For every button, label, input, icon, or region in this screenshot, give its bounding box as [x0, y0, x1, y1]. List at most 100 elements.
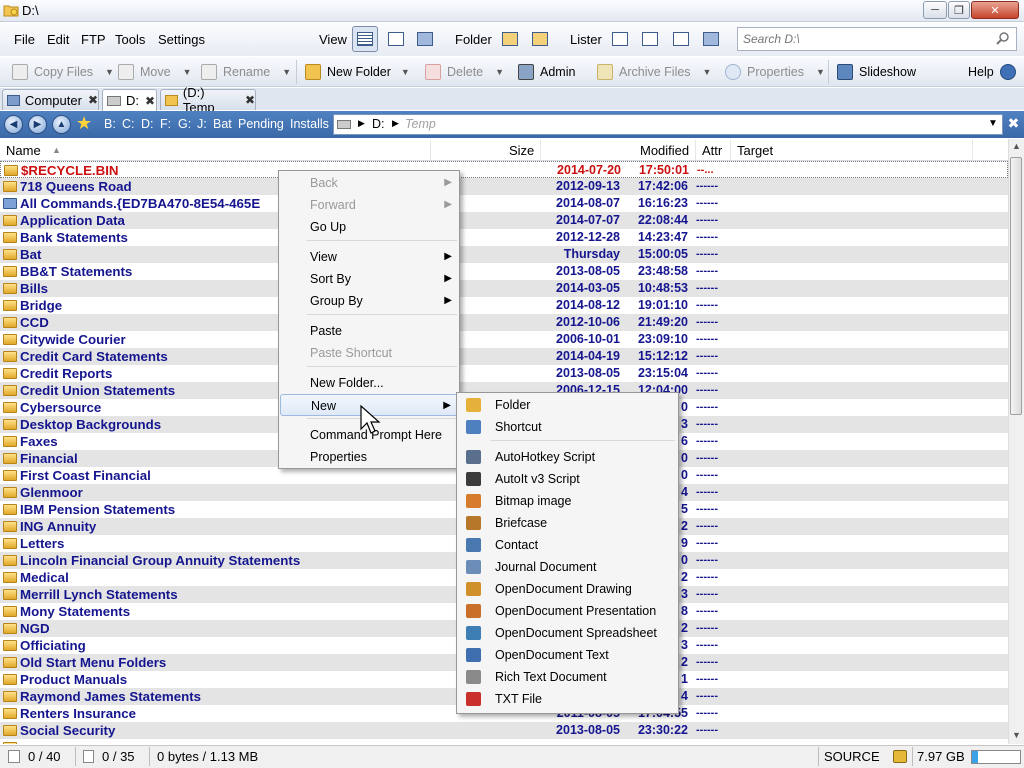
lister-dual-horizontal-button[interactable]	[668, 26, 694, 52]
bookmark-installs[interactable]: Installs	[290, 117, 329, 131]
file-row[interactable]: Bills 2014-03-05 10:48:53 ------	[0, 280, 1008, 297]
delete-button[interactable]: Delete ▼	[425, 64, 504, 80]
close-path-icon[interactable]: ✖	[1005, 115, 1022, 134]
file-row[interactable]: Citywide Courier 2006-10-01 23:09:10 ------	[0, 331, 1008, 348]
favorites-star-icon[interactable]: ★	[76, 113, 92, 134]
context-menu-item[interactable]: Group By ▶	[280, 290, 458, 312]
breadcrumb[interactable]: ▶ D: ▶ Temp ▼	[333, 114, 1003, 135]
new-submenu-item[interactable]: OpenDocument Text	[458, 644, 677, 666]
tab-d-drive[interactable]: D: ✖	[102, 89, 157, 111]
new-submenu-item[interactable]: Rich Text Document	[458, 666, 677, 688]
scroll-down-icon[interactable]: ▼	[1012, 730, 1021, 740]
context-menu-item[interactable]: Paste	[280, 320, 458, 342]
copy-files-button[interactable]: Copy Files ▼	[12, 64, 114, 80]
back-button[interactable]: ◀	[4, 115, 23, 134]
help-button[interactable]: Help	[968, 64, 1016, 80]
file-row[interactable]: Bridge 2014-08-12 19:01:10 ------	[0, 297, 1008, 314]
slideshow-button[interactable]: Slideshow	[837, 64, 916, 80]
column-divider[interactable]	[695, 140, 696, 160]
new-submenu-item[interactable]: Bitmap image	[458, 490, 677, 512]
archive-files-button[interactable]: Archive Files ▼	[597, 64, 711, 80]
menu-edit[interactable]: Edit	[47, 32, 69, 47]
new-submenu-item[interactable]: Shortcut	[458, 416, 677, 438]
lister-single-button[interactable]	[607, 26, 633, 52]
drive-j-button[interactable]: J:	[197, 117, 207, 131]
view-thumbnails-button[interactable]	[412, 26, 438, 52]
tab-temp[interactable]: (D:) Temp ✖	[160, 85, 256, 115]
new-submenu-item[interactable]: AutoIt v3 Script	[458, 468, 677, 490]
file-row[interactable]: $RECYCLE.BIN 2014-07-20 17:50:01 --...	[0, 161, 1008, 178]
bookmark-bat[interactable]: Bat	[213, 117, 232, 131]
column-divider[interactable]	[430, 140, 431, 160]
column-divider[interactable]	[972, 140, 973, 160]
file-row[interactable]: Credit Card Statements 2014-04-19 15:12:12…	[0, 348, 1008, 365]
drive-f-button[interactable]: F:	[160, 117, 171, 131]
close-tab-icon[interactable]: ✖	[245, 93, 255, 107]
close-button[interactable]: ✕	[971, 1, 1019, 19]
file-row[interactable]: 718 Queens Road 2012-09-13 17:42:06 ------	[0, 178, 1008, 195]
column-name[interactable]: Name	[6, 143, 41, 158]
file-row[interactable]: CCD 2012-10-06 21:49:20 ------	[0, 314, 1008, 331]
file-row[interactable]: BB&T Statements 2013-08-05 23:48:58 ------	[0, 263, 1008, 280]
menu-file[interactable]: File	[14, 32, 35, 47]
file-row[interactable]: Application Data 2014-07-07 22:08:44 ------	[0, 212, 1008, 229]
new-submenu-item[interactable]: Journal Document	[458, 556, 677, 578]
folder-tree-button[interactable]	[497, 26, 523, 52]
move-button[interactable]: Move ▼	[118, 64, 192, 80]
lock-icon[interactable]	[893, 750, 907, 763]
drive-b-button[interactable]: B:	[104, 117, 116, 131]
search-icon[interactable]	[996, 31, 1010, 45]
column-divider[interactable]	[540, 140, 541, 160]
new-submenu-item[interactable]: AutoHotkey Script	[458, 446, 677, 468]
chevron-down-icon[interactable]: ▼	[988, 118, 998, 129]
lister-tree-button[interactable]	[698, 26, 724, 52]
context-menu-item[interactable]: Sort By ▶	[280, 268, 458, 290]
menu-tools[interactable]: Tools	[115, 32, 145, 47]
view-list-button[interactable]	[383, 26, 409, 52]
context-menu-item[interactable]: Properties	[280, 446, 458, 468]
drive-d-button[interactable]: D:	[141, 117, 154, 131]
close-tab-icon[interactable]: ✖	[88, 93, 98, 107]
new-folder-button[interactable]: New Folder ▼	[305, 64, 410, 80]
context-menu-item[interactable]: Go Up	[280, 216, 458, 238]
properties-button[interactable]: Properties ▼	[725, 64, 825, 80]
view-details-button[interactable]	[352, 26, 378, 52]
new-submenu-item[interactable]: Briefcase	[458, 512, 677, 534]
admin-button[interactable]: Admin	[518, 64, 575, 80]
column-size[interactable]: Size	[509, 143, 534, 158]
scrollbar-thumb[interactable]	[1010, 157, 1022, 415]
file-row[interactable]: Social Security 2013-08-05 23:30:22 ------	[0, 722, 1008, 739]
context-menu-item[interactable]: New Folder...	[280, 372, 458, 394]
maximize-button[interactable]: ❐	[948, 1, 970, 19]
file-row[interactable]: All Commands.{ED7BA470-8E54-465E 2014-08-…	[0, 195, 1008, 212]
column-modified[interactable]: Modified	[640, 143, 689, 158]
new-submenu-item[interactable]: OpenDocument Spreadsheet	[458, 622, 677, 644]
new-submenu-item[interactable]: TXT File	[458, 688, 677, 710]
tab-computer[interactable]: Computer ✖	[2, 89, 99, 110]
file-row[interactable]	[0, 739, 1008, 744]
breadcrumb-folder[interactable]: Temp	[405, 117, 436, 131]
menu-settings[interactable]: Settings	[158, 32, 205, 47]
forward-button[interactable]: ▶	[28, 115, 47, 134]
file-row[interactable]: Credit Reports 2013-08-05 23:15:04 ------	[0, 365, 1008, 382]
column-target[interactable]: Target	[737, 143, 773, 158]
drive-c-button[interactable]: C:	[122, 117, 135, 131]
context-menu-item[interactable]: View ▶	[280, 246, 458, 268]
new-submenu-item[interactable]: OpenDocument Presentation	[458, 600, 677, 622]
menu-ftp[interactable]: FTP	[81, 32, 106, 47]
folder-options-button[interactable]	[527, 26, 553, 52]
close-tab-icon[interactable]: ✖	[145, 94, 155, 108]
up-button[interactable]: ▲	[52, 115, 71, 134]
file-row[interactable]: Bat Thursday 15:00:05 ------	[0, 246, 1008, 263]
bookmark-pending[interactable]: Pending	[238, 117, 284, 131]
lister-dual-vertical-button[interactable]	[637, 26, 663, 52]
drive-g-button[interactable]: G:	[178, 117, 191, 131]
new-submenu-item[interactable]: OpenDocument Drawing	[458, 578, 677, 600]
column-divider[interactable]	[730, 140, 731, 160]
search-input[interactable]	[743, 32, 983, 46]
minimize-button[interactable]: ─	[923, 1, 947, 19]
rename-button[interactable]: Rename ▼	[201, 64, 291, 80]
scroll-up-icon[interactable]: ▲	[1012, 141, 1021, 151]
file-row[interactable]: Bank Statements 2012-12-28 14:23:47 ------	[0, 229, 1008, 246]
new-submenu-item[interactable]: Folder	[458, 394, 677, 416]
